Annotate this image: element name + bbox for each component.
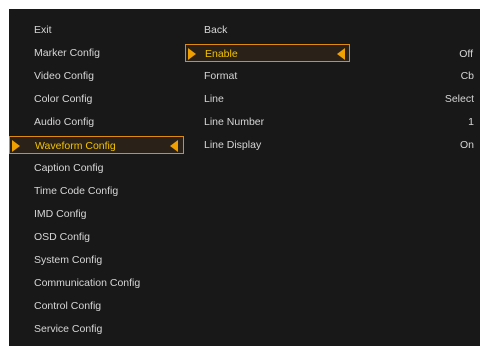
submenu-item-line-display[interactable]: Line Display On (185, 136, 480, 154)
menu-item-label: Time Code Config (34, 185, 119, 197)
menu-item-label: IMD Config (34, 208, 87, 220)
menu-item-label: Control Config (34, 300, 102, 312)
menu-item-label: Waveform Config (35, 140, 116, 152)
menu-item-communication-config[interactable]: Communication Config (9, 274, 184, 292)
menu-item-video-config[interactable]: Video Config (9, 67, 184, 85)
menu-item-system-config[interactable]: System Config (9, 251, 184, 269)
selection-arrow-left-icon (337, 48, 345, 60)
submenu-item-label: Enable (205, 48, 238, 60)
menu-item-imd-config[interactable]: IMD Config (9, 205, 184, 223)
submenu-item-value: 1 (468, 116, 474, 128)
menu-item-label: Caption Config (34, 162, 104, 174)
submenu-item-format[interactable]: Format Cb (185, 67, 480, 85)
submenu-item-label: Back (204, 24, 228, 36)
selection-arrow-right-icon (188, 48, 196, 60)
selection-arrow-left-icon (170, 140, 178, 152)
submenu-item-label: Format (204, 70, 238, 82)
submenu-item-enable[interactable]: Enable Off (185, 44, 473, 62)
submenu-item-label: Line Display (204, 139, 262, 151)
menu-item-osd-config[interactable]: OSD Config (9, 228, 184, 246)
selection-arrow-right-icon (12, 140, 20, 152)
submenu-item-line[interactable]: Line Select (185, 90, 480, 108)
menu-item-label: Communication Config (34, 277, 141, 289)
submenu-item-back[interactable]: Back (185, 21, 480, 39)
submenu-item-value: Select (444, 93, 474, 105)
menu-item-label: Audio Config (34, 116, 95, 128)
submenu-item-label: Line Number (204, 116, 265, 128)
menu-item-label: Marker Config (34, 47, 100, 59)
menu-item-label: OSD Config (34, 231, 91, 243)
menu-item-caption-config[interactable]: Caption Config (9, 159, 184, 177)
menu-item-waveform-config[interactable]: Waveform Config (9, 136, 184, 154)
submenu-item-line-number[interactable]: Line Number 1 (185, 113, 480, 131)
menu-item-label: Service Config (34, 323, 103, 335)
osd-menu-screen: Exit Marker Config Video Config Color Co… (9, 9, 480, 346)
menu-item-service-config[interactable]: Service Config (9, 320, 184, 338)
menu-item-label: Exit (34, 24, 52, 36)
menu-item-exit[interactable]: Exit (9, 21, 184, 39)
menu-item-marker-config[interactable]: Marker Config (9, 44, 184, 62)
menu-item-color-config[interactable]: Color Config (9, 90, 184, 108)
menu-item-control-config[interactable]: Control Config (9, 297, 184, 315)
menu-item-audio-config[interactable]: Audio Config (9, 113, 184, 131)
menu-item-label: Color Config (34, 93, 93, 105)
submenu-item-value: Cb (460, 70, 474, 82)
submenu-item-value: Off (459, 48, 473, 60)
menu-item-time-code-config[interactable]: Time Code Config (9, 182, 184, 200)
submenu-item-value: On (459, 139, 474, 151)
submenu-item-label: Line (204, 93, 224, 105)
menu-item-label: Video Config (34, 70, 94, 82)
menu-item-label: System Config (34, 254, 103, 266)
